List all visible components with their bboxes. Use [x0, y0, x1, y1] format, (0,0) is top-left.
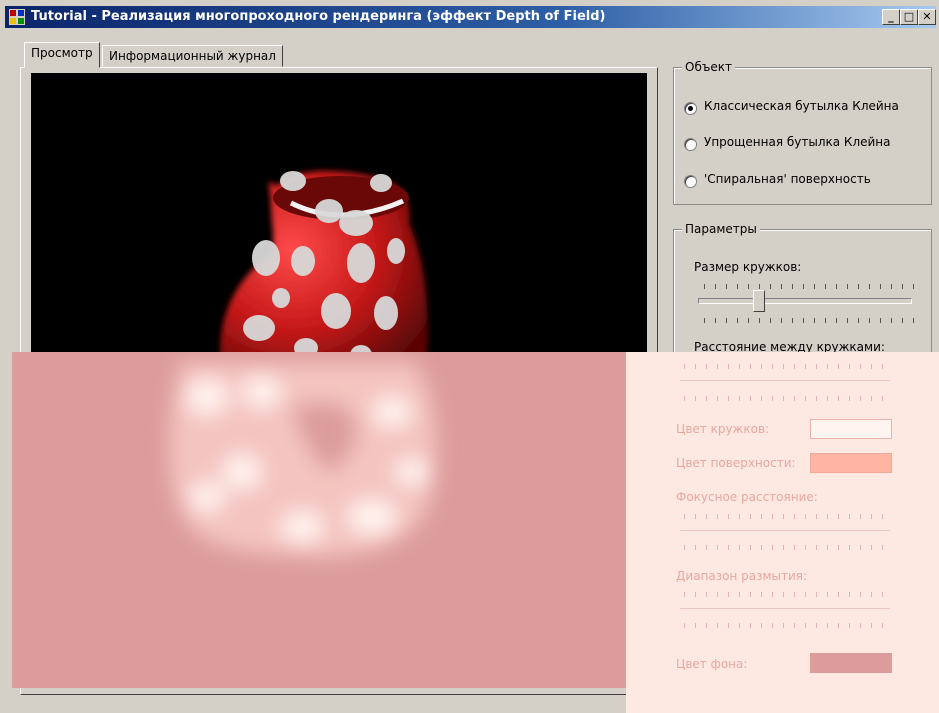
spacing-slider-track[interactable] — [680, 380, 890, 381]
tab-info-log[interactable]: Информационный журнал — [102, 45, 283, 67]
overlay-region — [12, 352, 626, 688]
app-window: Tutorial - Реализация многопроходного ре… — [0, 0, 939, 713]
dot-size-slider-thumb[interactable] — [752, 290, 765, 312]
spacing-slider-ticks — [684, 396, 888, 401]
dot-size-slider-track[interactable] — [698, 298, 912, 304]
blurred-reflection — [169, 362, 436, 557]
bg-color-label: Цвет фона: — [676, 657, 748, 671]
blur-slider-track[interactable] — [680, 608, 890, 609]
overlay-panel: Цвет кружков: Цвет поверхности: Фокусное… — [626, 352, 939, 713]
title-bar[interactable]: Tutorial - Реализация многопроходного ре… — [5, 6, 936, 28]
dot-size-label: Размер кружков: — [694, 260, 802, 274]
window-title: Tutorial - Реализация многопроходного ре… — [31, 9, 606, 24]
focal-slider-ticks — [684, 514, 888, 519]
close-button[interactable]: ✕ — [918, 9, 936, 25]
dot-color-label: Цвет кружков: — [676, 422, 770, 436]
radio-dot-checked — [684, 102, 697, 115]
radio-spiral-surface[interactable]: 'Спиральная' поверхность — [684, 172, 914, 190]
slider-ticks — [704, 318, 914, 323]
render-viewport[interactable] — [31, 73, 647, 368]
maximize-button[interactable]: □ — [900, 9, 918, 25]
focal-distance-label: Фокусное расстояние: — [676, 490, 818, 504]
bg-color-swatch[interactable] — [810, 653, 892, 673]
radio-label: Упрощенная бутылка Клейна — [704, 135, 891, 149]
radio-dot — [684, 138, 697, 151]
slider-ticks — [704, 284, 914, 289]
radio-label: Классическая бутылка Клейна — [704, 99, 899, 113]
params-groupbox: Параметры Размер кружков: Расстояние меж… — [673, 222, 932, 361]
object-groupbox: Объект Классическая бутылка Клейна Упрощ… — [673, 60, 932, 205]
klein-bottle-render — [220, 171, 428, 368]
focal-slider-ticks — [684, 545, 888, 550]
dot-color-swatch[interactable] — [810, 419, 892, 439]
surface-color-swatch[interactable] — [810, 453, 892, 473]
radio-simplified-klein[interactable]: Упрощенная бутылка Клейна — [684, 135, 914, 153]
focal-slider-track[interactable] — [680, 530, 890, 531]
blur-range-label: Диапазон размытия: — [676, 569, 808, 583]
object-group-title: Объект — [682, 60, 735, 74]
blur-slider-ticks — [684, 623, 888, 628]
app-icon — [9, 9, 25, 25]
radio-label: 'Спиральная' поверхность — [704, 172, 871, 186]
tab-preview[interactable]: Просмотр — [24, 42, 100, 68]
surface-color-label: Цвет поверхности: — [676, 456, 796, 470]
minimize-button[interactable]: _ — [882, 9, 900, 25]
blur-slider-ticks — [684, 592, 888, 597]
spacing-slider-ticks — [684, 364, 888, 369]
params-group-title: Параметры — [682, 222, 760, 236]
radio-dot — [684, 175, 697, 188]
radio-classic-klein[interactable]: Классическая бутылка Клейна — [684, 99, 914, 117]
